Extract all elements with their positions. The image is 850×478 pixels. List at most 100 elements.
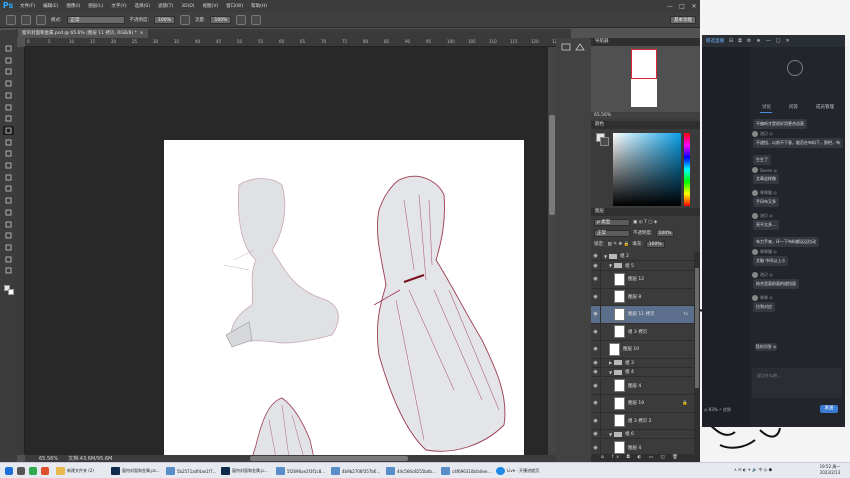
menu-view[interactable]: 视图(V) xyxy=(199,3,223,9)
close-tab-icon[interactable]: × xyxy=(140,31,144,36)
brush-preset-icon[interactable] xyxy=(6,14,16,25)
vertical-scrollbar-thumb[interactable] xyxy=(549,115,555,215)
lock-icons[interactable]: ▨ ✎ ✥ 🔒 xyxy=(608,242,630,247)
mode-select[interactable]: 正常 xyxy=(66,15,125,24)
visibility-eye-icon[interactable]: ◉ xyxy=(591,288,601,305)
layer-kind-filter[interactable]: ρ 类型 xyxy=(594,218,630,226)
layers-panel-header[interactable]: 图层 xyxy=(591,208,700,216)
quick-select-tool-icon[interactable] xyxy=(3,79,14,88)
layer-opacity-input[interactable]: 100% xyxy=(655,229,675,237)
stream-app-title[interactable]: 鲸选直播 xyxy=(706,38,724,44)
background-color-swatch[interactable] xyxy=(600,137,609,146)
layer-row[interactable]: ◉ 图层 4 xyxy=(591,439,694,454)
taskbar-app-button[interactable]: 新建文件夹 (2) xyxy=(56,464,94,478)
taskbar-app-button[interactable]: 4b9b2706f357b6... xyxy=(331,464,380,478)
layer-group-row[interactable]: ◉ ▼ 组 2 xyxy=(591,252,694,261)
visibility-eye-icon[interactable]: ◉ xyxy=(591,412,601,429)
flow-select[interactable]: 100% xyxy=(210,15,232,24)
menu-help[interactable]: 帮助(H) xyxy=(247,3,271,9)
properties-panel-icon[interactable] xyxy=(574,42,586,52)
layer-group-row[interactable]: ◉ ▼ 组 6 xyxy=(591,430,694,439)
move-tool-icon[interactable] xyxy=(3,44,14,53)
vertical-scrollbar[interactable] xyxy=(548,47,556,455)
dodge-tool-icon[interactable] xyxy=(3,196,14,205)
healing-tool-icon[interactable] xyxy=(3,114,14,123)
menu-window[interactable]: 窗口(W) xyxy=(222,3,247,9)
stamp-tool-icon[interactable] xyxy=(3,138,14,147)
group-toggle-icon[interactable]: ▼ xyxy=(609,263,612,268)
menu-image[interactable]: 图像(I) xyxy=(62,3,84,9)
layer-row[interactable]: ◉ 图层 8 xyxy=(591,288,694,306)
filter-icons[interactable]: ▣ ◎ T ▢ ◈ xyxy=(633,220,657,225)
canvas-area[interactable] xyxy=(25,47,548,455)
status-zoom[interactable]: 65.56% xyxy=(39,456,58,462)
layer-row[interactable]: ◉ 图层 10 xyxy=(591,341,694,359)
browser-icon[interactable] xyxy=(29,467,37,475)
minimize-button[interactable]: — xyxy=(664,3,676,10)
layers-scrollbar-thumb[interactable] xyxy=(695,268,699,388)
pen-tool-icon[interactable] xyxy=(3,208,14,217)
layer-row[interactable]: ◉ 组 3 拷贝 xyxy=(591,323,694,341)
taskbar-app-button[interactable]: Live - 开播进度页 xyxy=(496,464,539,478)
gear-icon[interactable]: ⚙ xyxy=(747,38,751,44)
visibility-eye-icon[interactable]: ◉ xyxy=(591,430,601,438)
toolbar-background-color[interactable] xyxy=(8,289,14,295)
navigator-preview[interactable] xyxy=(591,46,700,112)
search-icon[interactable] xyxy=(17,467,25,475)
menu-filter[interactable]: 滤镜(T) xyxy=(154,3,177,9)
system-tray[interactable]: ∧ ✉ ◐ ✦ 🔊 中 ◎ ⬢ xyxy=(734,463,772,477)
menu-edit[interactable]: 编辑(E) xyxy=(39,3,62,9)
eyedropper-tool-icon[interactable] xyxy=(3,103,14,112)
opacity-select[interactable]: 100% xyxy=(154,15,175,24)
menu-select[interactable]: 选择(S) xyxy=(131,3,154,9)
eraser-tool-icon[interactable] xyxy=(3,161,14,170)
horizontal-scrollbar-thumb[interactable] xyxy=(250,456,408,461)
history-brush-tool-icon[interactable] xyxy=(3,149,14,158)
lasso-tool-icon[interactable] xyxy=(3,67,14,76)
pressure-opacity-icon[interactable] xyxy=(179,14,190,25)
color-panel-header[interactable]: 颜色 xyxy=(591,121,700,129)
streamer-avatar[interactable] xyxy=(787,60,803,76)
gradient-tool-icon[interactable] xyxy=(3,173,14,182)
hand-tool-icon[interactable] xyxy=(3,255,14,264)
layout-icon[interactable]: ⊟ xyxy=(729,38,733,44)
visibility-eye-icon[interactable]: ◉ xyxy=(591,358,601,367)
minimize-icon[interactable]: — xyxy=(766,38,771,44)
layer-group-row[interactable]: ◉ ▼ 组 4 xyxy=(591,368,694,377)
visibility-eye-icon[interactable]: ◉ xyxy=(591,368,601,376)
layer-group-row[interactable]: ◉ ▼ 组 5 xyxy=(591,261,694,271)
crop-tool-icon[interactable] xyxy=(3,91,14,100)
path-select-tool-icon[interactable] xyxy=(3,231,14,240)
hue-slider[interactable] xyxy=(684,133,690,206)
taskbar-clock[interactable]: 19:52 周一 2023/2/13 xyxy=(815,464,845,477)
zoom-tool-icon[interactable] xyxy=(3,266,14,275)
layer-group-row[interactable]: ◉ ▶ 组 3 xyxy=(591,358,694,368)
document-tab[interactable]: 窗帘封面和金属.psd @ 65.6% (图层 11 拷贝, RGB/8) * × xyxy=(18,29,148,38)
menu-3d[interactable]: 3D(D) xyxy=(177,4,198,9)
layers-footer-buttons[interactable]: ɷ fx ◘ ◐ ▭ ◫ 🗑 xyxy=(591,454,700,462)
visibility-eye-icon[interactable]: ◉ xyxy=(591,261,601,270)
window-icon[interactable]: ⧉ xyxy=(738,38,742,44)
layer-fill-input[interactable]: 100% xyxy=(645,240,665,248)
visibility-eye-icon[interactable]: ◉ xyxy=(591,306,601,323)
layer-row[interactable]: ◉ 图层 4 xyxy=(591,377,694,395)
visibility-eye-icon[interactable]: ◉ xyxy=(591,395,601,412)
layer-row[interactable]: ◉ 图层 11 拷贝 fx xyxy=(591,306,694,324)
layer-effects-icon[interactable]: fx xyxy=(684,312,688,317)
menu-type[interactable]: 文字(Y) xyxy=(107,3,130,9)
brush-panel-toggle-icon[interactable] xyxy=(36,14,46,25)
taskbar-app-button[interactable]: 44c566c8255bdb... xyxy=(386,464,436,478)
app-icon[interactable] xyxy=(41,467,49,475)
taskbar-app-button[interactable]: 5b2571a4f4ae1f7... xyxy=(166,464,216,478)
workspace-select[interactable]: 基本功能 xyxy=(670,15,696,24)
my-qa-button[interactable]: 我的问答 ◎ xyxy=(755,343,777,351)
tab-members[interactable]: 成员管理 xyxy=(816,104,834,112)
layer-lock-icon[interactable]: 🔒 xyxy=(682,401,688,406)
visibility-eye-icon[interactable]: ◉ xyxy=(591,377,601,394)
layer-row[interactable]: ◉ 组 3 拷贝 2 xyxy=(591,412,694,430)
group-toggle-icon[interactable]: ▶ xyxy=(609,360,612,365)
maximize-button[interactable]: □ xyxy=(676,3,688,10)
airbrush-icon[interactable] xyxy=(236,14,247,25)
send-button[interactable]: 发送 xyxy=(820,405,838,413)
visibility-eye-icon[interactable]: ◉ xyxy=(591,252,601,260)
